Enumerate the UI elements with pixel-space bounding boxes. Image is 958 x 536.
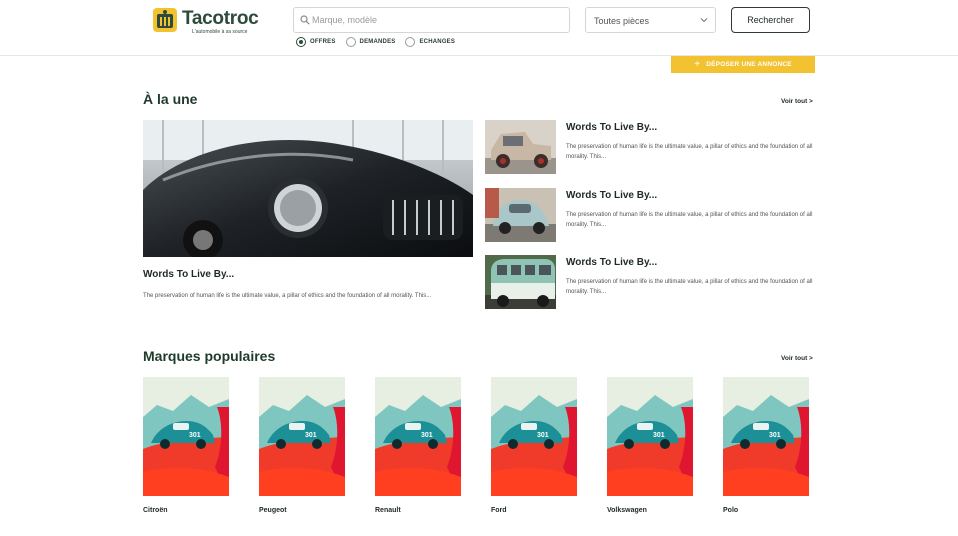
svg-text:301: 301 (421, 432, 433, 439)
search-button[interactable]: Rechercher (731, 7, 810, 33)
featured-item-desc: The preservation of human life is the ul… (566, 144, 813, 160)
featured-item-desc: The preservation of human life is the ul… (566, 212, 813, 228)
featured-item[interactable]: Words To Live By... The preservation of … (485, 120, 815, 174)
svg-text:301: 301 (305, 432, 317, 439)
logo-icon (153, 8, 177, 32)
featured-item[interactable]: Words To Live By... The preservation of … (485, 188, 815, 242)
brand-card[interactable]: 301 Volkswagen (607, 377, 693, 514)
logo-tagline: L'automobile à sa source (192, 29, 248, 35)
radio-offres-label: OFFRES (310, 39, 336, 45)
brands-title: Marques populaires (143, 348, 276, 364)
brand-card[interactable]: 301 Ford (491, 377, 577, 514)
category-select-value: Toutes pièces (594, 16, 650, 26)
brand-card-name[interactable]: Citroën (143, 507, 168, 514)
brand-card-name[interactable]: Ford (491, 507, 507, 514)
post-listing-label: DÉPOSER UNE ANNONCE (706, 61, 792, 68)
brand-card[interactable]: 301 Renault (375, 377, 461, 514)
brand-card-name[interactable]: Polo (723, 507, 738, 514)
featured-main-image[interactable] (143, 120, 473, 257)
brand-card-image[interactable]: 301 (143, 377, 229, 496)
brand-card-name[interactable]: Peugeot (259, 507, 287, 514)
featured-item-thumbnail[interactable] (485, 120, 556, 174)
radio-echanges[interactable]: ECHANGES (405, 37, 455, 47)
featured-main-desc: The preservation of human life is the ul… (143, 293, 432, 299)
plus-icon: + (694, 59, 701, 70)
brand-card-image[interactable]: 301 (259, 377, 345, 496)
featured-main-title[interactable]: Words To Live By... (143, 269, 234, 280)
svg-text:301: 301 (537, 432, 549, 439)
svg-text:301: 301 (769, 432, 781, 439)
search-input[interactable] (312, 11, 562, 29)
featured-item-thumbnail[interactable] (485, 188, 556, 242)
brand-card-name[interactable]: Renault (375, 507, 401, 514)
logo[interactable]: Tacotroc L'automobile à sa source (152, 7, 267, 37)
radio-offres-indicator[interactable] (296, 37, 306, 47)
brand-card-image[interactable]: 301 (607, 377, 693, 496)
category-select[interactable]: Toutes pièces (585, 7, 716, 33)
brand-card-image[interactable]: 301 (723, 377, 809, 496)
brand-card[interactable]: 301 Peugeot (259, 377, 345, 514)
featured-item[interactable]: Words To Live By... The preservation of … (485, 255, 815, 309)
brands-see-all-link[interactable]: Voir tout > (781, 355, 813, 362)
featured-item-title[interactable]: Words To Live By... (566, 122, 657, 133)
brand-card[interactable]: 301 Polo (723, 377, 809, 514)
radio-echanges-label: ECHANGES (419, 39, 456, 45)
listing-type-radios: OFFRES DEMANDES ECHANGES (296, 36, 465, 48)
logo-text: Tacotroc (182, 8, 259, 29)
search-icon (300, 15, 310, 25)
featured-item-desc: The preservation of human life is the ul… (566, 279, 813, 295)
radio-offres[interactable]: OFFRES (296, 37, 336, 47)
brand-card-image[interactable]: 301 (491, 377, 577, 496)
featured-item-title[interactable]: Words To Live By... (566, 257, 657, 268)
radio-demandes[interactable]: DEMANDES (345, 37, 396, 47)
featured-item-title[interactable]: Words To Live By... (566, 190, 657, 201)
brand-card-name[interactable]: Volkswagen (607, 507, 647, 514)
brand-card-image[interactable]: 301 (375, 377, 461, 496)
featured-title: À la une (143, 91, 198, 107)
radio-demandes-label: DEMANDES (359, 39, 396, 45)
svg-text:301: 301 (653, 432, 665, 439)
post-listing-button[interactable]: + DÉPOSER UNE ANNONCE (671, 56, 815, 73)
svg-text:301: 301 (189, 432, 201, 439)
brand-card[interactable]: 301 Citroën (143, 377, 229, 514)
featured-see-all-link[interactable]: Voir tout > (781, 98, 813, 105)
chevron-down-icon (700, 18, 708, 23)
site-header: Tacotroc L'automobile à sa source Toutes… (0, 0, 958, 56)
radio-demandes-indicator[interactable] (345, 37, 356, 47)
search-field[interactable] (293, 7, 570, 33)
featured-item-thumbnail[interactable] (485, 255, 556, 309)
radio-echanges-indicator[interactable] (405, 37, 416, 47)
